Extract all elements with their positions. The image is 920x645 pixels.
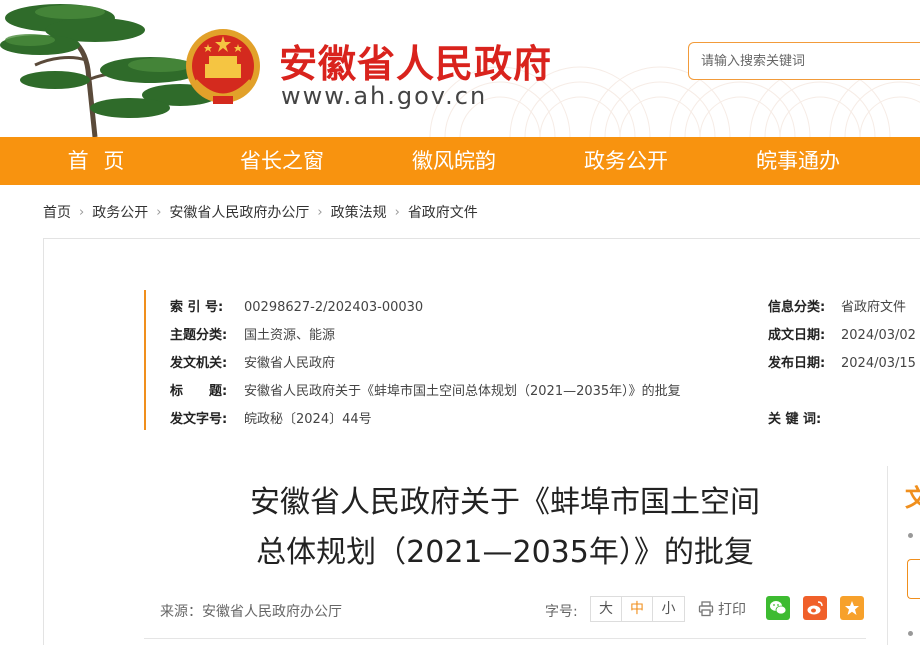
breadcrumb: 首页 › 政务公开 › 安徽省人民政府办公厅 › 政策法规 › 省政府文件 bbox=[43, 202, 478, 222]
meta-issuer-value: 安徽省人民政府 bbox=[244, 356, 336, 371]
meta-title-value: 安徽省人民政府关于《蚌埠市国土空间总体规划（2021—2035年）》的批复 bbox=[244, 384, 681, 399]
share-wechat-button[interactable] bbox=[766, 596, 790, 620]
meta-published-row: 发布日期: 2024/03/15 bbox=[768, 352, 916, 371]
meta-published-value: 2024/03/15 bbox=[841, 356, 916, 371]
sidebar-link-box[interactable] bbox=[907, 559, 920, 599]
search-box[interactable] bbox=[688, 42, 920, 80]
sidebar-bullet bbox=[908, 631, 913, 636]
font-size-label: 字号: bbox=[545, 604, 578, 620]
document-toolbar: 来源：安徽省人民政府办公厅 字号: 大 中 小 打印 bbox=[160, 595, 870, 625]
breadcrumb-policies[interactable]: 政策法规 bbox=[331, 202, 387, 222]
meta-category-row: 主题分类: 国土资源、能源 bbox=[170, 324, 335, 343]
meta-info-class-row: 信息分类: 省政府文件 bbox=[768, 296, 906, 315]
meta-info-class-value: 省政府文件 bbox=[841, 300, 907, 315]
breadcrumb-separator: › bbox=[79, 204, 85, 220]
wechat-icon bbox=[770, 601, 787, 615]
sidebar-bullet bbox=[908, 533, 913, 538]
meta-created-label: 成文日期: bbox=[768, 328, 826, 343]
meta-keywords-row: 关 键 词: bbox=[768, 408, 841, 427]
national-emblem-icon bbox=[186, 29, 260, 104]
printer-icon bbox=[698, 601, 714, 617]
meta-created-row: 成文日期: 2024/03/02 bbox=[768, 324, 916, 343]
meta-index-value: 00298627-2/202403-00030 bbox=[244, 300, 424, 315]
breadcrumb-separator: › bbox=[317, 204, 323, 220]
star-icon bbox=[845, 601, 859, 615]
meta-issuer-label: 发文机关: bbox=[170, 356, 228, 371]
meta-title-row: 标 题: 安徽省人民政府关于《蚌埠市国土空间总体规划（2021—2035年）》的批… bbox=[170, 380, 681, 399]
document-title-line2: 总体规划（2021—2035年）》的批复 bbox=[256, 535, 754, 570]
document-source: 来源：安徽省人民政府办公厅 bbox=[160, 604, 342, 620]
nav-item-anhui-culture[interactable]: 徽风皖韵 bbox=[368, 137, 540, 185]
favorite-button[interactable] bbox=[840, 596, 864, 620]
font-size-medium-button[interactable]: 中 bbox=[622, 597, 653, 621]
meta-title-label: 标 题: bbox=[170, 384, 228, 399]
breadcrumb-separator: › bbox=[394, 204, 400, 220]
content-divider bbox=[144, 638, 866, 639]
meta-docno-value: 皖政秘〔2024〕44号 bbox=[244, 412, 372, 427]
document-title: 安徽省人民政府关于《蚌埠市国土空间 总体规划（2021—2035年）》的批复 bbox=[160, 478, 850, 578]
document-metadata: 索 引 号: 00298627-2/202403-00030 主题分类: 国土资源、… bbox=[144, 290, 920, 430]
weibo-icon bbox=[807, 601, 823, 615]
main-nav: 首 页 省长之窗 徽风皖韵 政务公开 皖事通办 bbox=[0, 137, 920, 185]
breadcrumb-provincial-documents[interactable]: 省政府文件 bbox=[408, 202, 478, 222]
font-size-large-button[interactable]: 大 bbox=[591, 597, 622, 621]
meta-docno-row: 发文字号: 皖政秘〔2024〕44号 bbox=[170, 408, 372, 427]
sidebar-heading: 文 bbox=[905, 484, 920, 512]
meta-docno-label: 发文字号: bbox=[170, 412, 228, 427]
document-title-line1: 安徽省人民政府关于《蚌埠市国土空间 bbox=[250, 485, 760, 520]
meta-keywords-label: 关 键 词: bbox=[768, 412, 822, 427]
nav-item-government-affairs[interactable]: 政务公开 bbox=[540, 137, 712, 185]
meta-index-row: 索 引 号: 00298627-2/202403-00030 bbox=[170, 296, 423, 315]
site-header: 安徽省人民政府 www.ah.gov.cn bbox=[0, 0, 920, 137]
font-size-small-button[interactable]: 小 bbox=[653, 597, 684, 621]
meta-info-class-label: 信息分类: bbox=[768, 300, 826, 315]
breadcrumb-government-affairs[interactable]: 政务公开 bbox=[92, 202, 148, 222]
print-label: 打印 bbox=[718, 602, 746, 618]
nav-item-home[interactable]: 首 页 bbox=[0, 137, 196, 185]
share-weibo-button[interactable] bbox=[803, 596, 827, 620]
breadcrumb-separator: › bbox=[156, 204, 162, 220]
font-size-selector: 大 中 小 bbox=[590, 596, 685, 622]
sidebar-border bbox=[887, 466, 888, 645]
meta-published-label: 发布日期: bbox=[768, 356, 826, 371]
meta-category-label: 主题分类: bbox=[170, 328, 228, 343]
meta-created-value: 2024/03/02 bbox=[841, 328, 916, 343]
print-button[interactable]: 打印 bbox=[698, 599, 746, 619]
nav-item-governor-window[interactable]: 省长之窗 bbox=[196, 137, 368, 185]
meta-issuer-row: 发文机关: 安徽省人民政府 bbox=[170, 352, 335, 371]
search-input[interactable] bbox=[689, 43, 920, 79]
breadcrumb-home[interactable]: 首页 bbox=[43, 202, 71, 222]
site-title[interactable]: 安徽省人民政府 bbox=[279, 33, 552, 88]
site-url: www.ah.gov.cn bbox=[281, 82, 488, 110]
meta-category-value: 国土资源、能源 bbox=[244, 328, 336, 343]
nav-item-online-services[interactable]: 皖事通办 bbox=[712, 137, 884, 185]
meta-index-label: 索 引 号: bbox=[170, 300, 224, 315]
breadcrumb-general-office[interactable]: 安徽省人民政府办公厅 bbox=[169, 202, 309, 222]
